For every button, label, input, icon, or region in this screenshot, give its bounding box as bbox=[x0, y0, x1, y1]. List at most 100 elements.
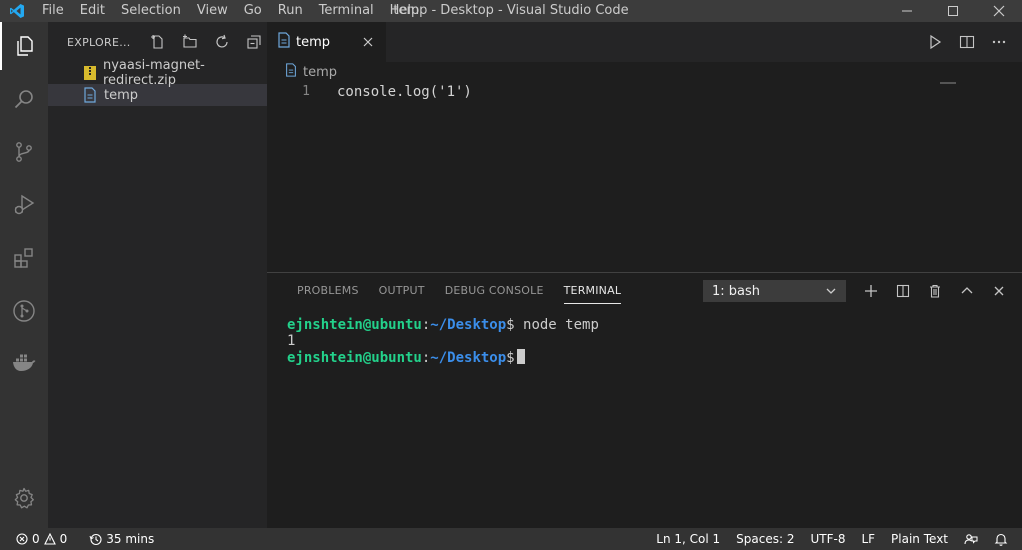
terminal-command: node temp bbox=[514, 317, 599, 333]
terminal-user: ejnshtein@ubuntu bbox=[287, 350, 422, 366]
feedback-icon bbox=[964, 534, 978, 545]
terminal-output[interactable]: ejnshtein@ubuntu:~/Desktop$ node temp 1 … bbox=[287, 317, 599, 366]
explorer-activity[interactable] bbox=[0, 22, 48, 70]
new-file-button[interactable] bbox=[146, 31, 170, 53]
trash-icon bbox=[930, 284, 940, 298]
refresh-explorer-button[interactable] bbox=[210, 31, 234, 53]
split-editor-icon bbox=[959, 35, 975, 49]
vscode-logo-icon[interactable] bbox=[0, 0, 34, 22]
explorer-header: EXPLORE... bbox=[48, 22, 267, 62]
chevron-up-icon bbox=[961, 287, 973, 294]
menu-go[interactable]: Go bbox=[236, 0, 270, 22]
run-code-button[interactable] bbox=[924, 31, 946, 53]
tab-temp[interactable]: temp bbox=[267, 22, 386, 62]
terminal-line: ejnshtein@ubuntu:~/Desktop$ node temp bbox=[287, 317, 599, 333]
zip-file-icon bbox=[82, 65, 97, 81]
indentation-status[interactable]: Spaces: 2 bbox=[728, 528, 802, 550]
line-number: 1 bbox=[302, 84, 310, 99]
file-icon bbox=[285, 63, 297, 81]
menu-edit[interactable]: Edit bbox=[72, 0, 113, 22]
file-icon bbox=[82, 87, 98, 103]
maximize-panel-button[interactable] bbox=[956, 280, 978, 302]
docker-activity[interactable] bbox=[0, 338, 48, 386]
menu-run[interactable]: Run bbox=[270, 0, 311, 22]
line-code[interactable]: console.log('1') bbox=[337, 84, 472, 100]
source-control-icon bbox=[16, 142, 32, 162]
minimize-button[interactable] bbox=[884, 0, 930, 22]
history-icon bbox=[89, 533, 102, 545]
menu-selection[interactable]: Selection bbox=[113, 0, 189, 22]
new-folder-button[interactable] bbox=[178, 31, 202, 53]
encoding-status[interactable]: UTF-8 bbox=[802, 528, 853, 550]
code-line: 1 console.log('1') bbox=[267, 82, 472, 101]
cursor-position-status[interactable]: Ln 1, Col 1 bbox=[648, 528, 728, 550]
run-debug-activity[interactable] bbox=[0, 181, 48, 229]
new-terminal-button[interactable] bbox=[860, 280, 882, 302]
window-controls bbox=[884, 0, 1022, 22]
search-activity[interactable] bbox=[0, 75, 48, 123]
notifications-button[interactable] bbox=[986, 528, 1016, 550]
source-control-activity[interactable] bbox=[0, 128, 48, 176]
settings-gear-icon bbox=[14, 487, 34, 509]
terminal-path: ~/Desktop bbox=[430, 350, 507, 366]
close-icon bbox=[994, 286, 1004, 296]
terminal-line: 1 bbox=[287, 333, 599, 349]
explorer-sidebar: EXPLORE... nyaasi-magnet-redirect.zip te… bbox=[48, 22, 267, 528]
terminal-prompt: $ bbox=[506, 350, 515, 366]
menu-terminal[interactable]: Terminal bbox=[311, 0, 382, 22]
collapse-folders-button[interactable] bbox=[242, 31, 266, 53]
kill-terminal-button[interactable] bbox=[924, 280, 946, 302]
file-icon bbox=[278, 32, 290, 52]
split-editor-button[interactable] bbox=[956, 31, 978, 53]
breadcrumb: temp bbox=[267, 62, 1022, 82]
maximize-button[interactable] bbox=[930, 0, 976, 22]
terminal-select-dropdown[interactable]: 1: bash bbox=[703, 280, 846, 302]
status-bar: 0 0 35 mins Ln 1, Col 1 Spaces: 2 UTF-8 … bbox=[0, 528, 1022, 550]
split-terminal-button[interactable] bbox=[892, 280, 914, 302]
breadcrumb-file[interactable]: temp bbox=[303, 65, 337, 80]
tab-debug-console[interactable]: DEBUG CONSOLE bbox=[435, 273, 554, 308]
refresh-icon bbox=[216, 34, 228, 48]
terminal-line: ejnshtein@ubuntu:~/Desktop$ bbox=[287, 349, 599, 366]
warning-count: 0 bbox=[59, 532, 68, 546]
code-editor[interactable]: 1 console.log('1') bbox=[267, 82, 1022, 272]
close-tab-button[interactable] bbox=[360, 34, 376, 50]
close-window-button[interactable] bbox=[976, 0, 1022, 22]
split-terminal-icon bbox=[896, 284, 910, 298]
git-graph-activity[interactable] bbox=[0, 287, 48, 335]
warning-icon bbox=[43, 533, 56, 545]
file-name: temp bbox=[104, 87, 139, 103]
minimap[interactable] bbox=[940, 82, 956, 84]
time-text: 35 mins bbox=[106, 532, 155, 546]
search-icon bbox=[14, 90, 33, 109]
terminal-select-value: 1: bash bbox=[712, 283, 761, 299]
time-tracker-status[interactable]: 35 mins bbox=[81, 528, 162, 550]
menu-file[interactable]: File bbox=[34, 0, 72, 22]
tab-terminal[interactable]: TERMINAL bbox=[554, 273, 632, 308]
close-panel-button[interactable] bbox=[988, 280, 1010, 302]
language-mode-status[interactable]: Plain Text bbox=[883, 528, 956, 550]
tab-output[interactable]: OUTPUT bbox=[369, 273, 435, 308]
minimize-icon bbox=[902, 10, 912, 12]
bell-icon bbox=[994, 533, 1008, 546]
menu-help[interactable]: Help bbox=[382, 0, 428, 22]
eol-status[interactable]: LF bbox=[853, 528, 883, 550]
problems-status[interactable]: 0 0 bbox=[0, 528, 75, 550]
files-icon bbox=[17, 36, 33, 56]
feedback-button[interactable] bbox=[956, 528, 986, 550]
title-bar: File Edit Selection View Go Run Terminal… bbox=[0, 0, 1022, 22]
collapse-all-icon bbox=[247, 35, 261, 49]
terminal-prompt: $ bbox=[506, 317, 515, 333]
activity-bar bbox=[0, 22, 48, 528]
error-count: 0 bbox=[32, 532, 40, 546]
terminal-output-text: 1 bbox=[287, 333, 296, 349]
tab-problems[interactable]: PROBLEMS bbox=[287, 273, 369, 308]
file-item-zip[interactable]: nyaasi-magnet-redirect.zip bbox=[48, 58, 267, 88]
terminal-user: ejnshtein@ubuntu bbox=[287, 317, 422, 333]
menu-view[interactable]: View bbox=[189, 0, 236, 22]
file-name: nyaasi-magnet-redirect.zip bbox=[103, 58, 205, 88]
manage-activity[interactable] bbox=[0, 474, 48, 522]
new-file-icon bbox=[151, 35, 163, 49]
more-actions-button[interactable] bbox=[988, 31, 1010, 53]
extensions-activity[interactable] bbox=[0, 234, 48, 282]
